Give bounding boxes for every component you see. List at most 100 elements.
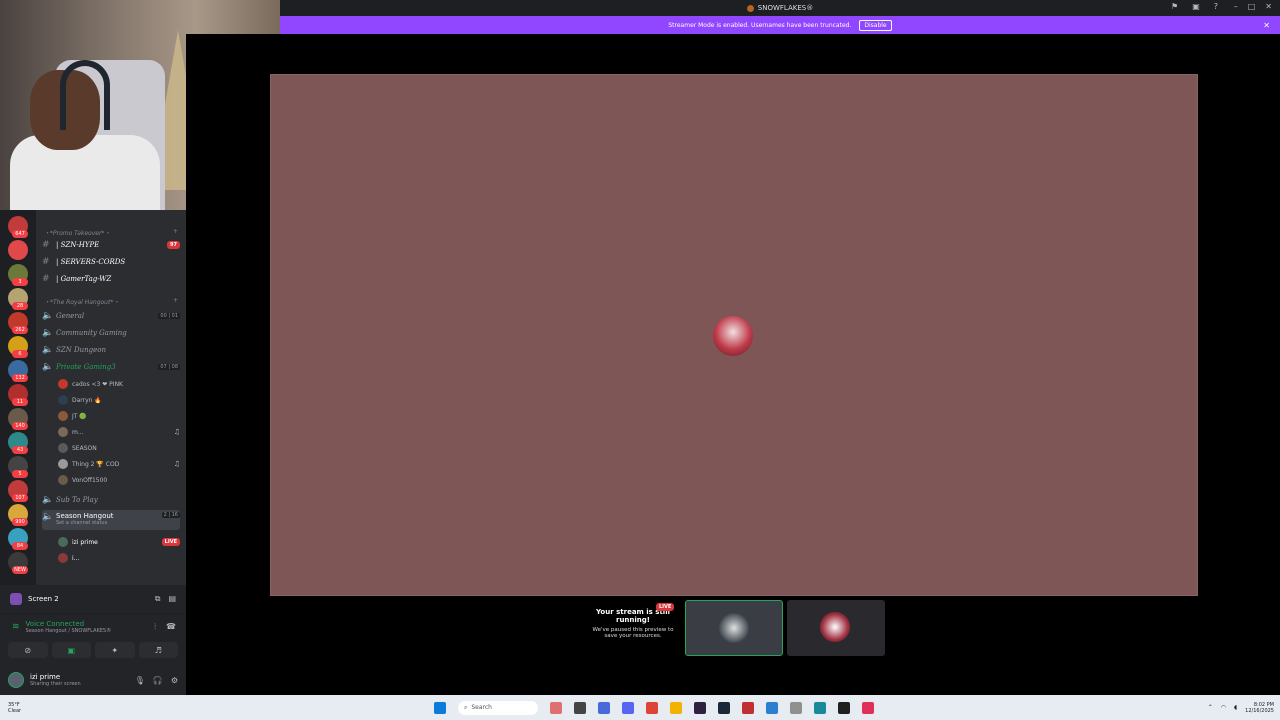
soundboard-button[interactable]: ♬: [138, 642, 178, 658]
voice-subtitle[interactable]: Season Hangout / SNOWFLAKES®: [26, 628, 112, 634]
screen-share-icon: ▣: [67, 645, 76, 655]
discord-icon[interactable]: [622, 701, 634, 714]
voice-user[interactable]: m... ♫: [58, 425, 180, 439]
voice-channel-sub-to-play[interactable]: 🔈 Sub To Play: [42, 493, 180, 507]
voice-user[interactable]: JT 🟢: [58, 409, 180, 423]
help-icon[interactable]: ?: [1214, 2, 1218, 11]
voice-channel-season-hangout[interactable]: 🔈 Season Hangout Set a channel status 2 …: [42, 510, 180, 530]
category-promo-takeover[interactable]: ・*Promo Takeover*・ +: [44, 228, 178, 238]
channel-szn-hype[interactable]: # | SZN-HYPE 97: [42, 238, 180, 252]
add-channel-icon[interactable]: +: [173, 297, 178, 307]
screen-icon: [10, 593, 22, 605]
voice-user[interactable]: SEASON: [58, 441, 180, 455]
voice-user[interactable]: Thing 2 🏆 COD ♫: [58, 457, 180, 471]
user-info[interactable]: izi prime Sharing their screen: [30, 673, 81, 687]
pin-icon[interactable]: ⚑: [1171, 2, 1178, 11]
voice-user[interactable]: cados <3 ❤ PINK: [58, 377, 180, 391]
user-avatar: [58, 411, 68, 421]
server-badge: 43: [12, 446, 28, 454]
window-controls: – □ ✕: [1234, 2, 1272, 11]
obs-icon[interactable]: [694, 701, 706, 714]
voice-connected-panel: ≋ Voice Connected Season Hangout / SNOWF…: [0, 613, 186, 665]
category-royal-hangout[interactable]: ・*The Royal Hangout*・ +: [44, 297, 178, 307]
hangout-user[interactable]: izi prime LIVE: [58, 535, 180, 549]
voice-channel-community[interactable]: 🔈 Community Gaming: [42, 326, 180, 340]
signal-icon[interactable]: ≋: [12, 622, 20, 632]
noise-suppression-icon[interactable]: ⦙: [154, 622, 156, 632]
tiktok-icon[interactable]: [862, 701, 874, 714]
participant-tile-1[interactable]: [685, 600, 783, 656]
app-icon-blue[interactable]: [598, 701, 610, 714]
clock[interactable]: 8:02 PM 12/16/2025: [1245, 702, 1274, 714]
channel-name: Season Hangout: [56, 512, 114, 520]
task-view-icon[interactable]: [574, 701, 586, 714]
participant-tile-2[interactable]: [787, 600, 885, 656]
vscode-icon[interactable]: [766, 701, 778, 714]
app-title: SNOWFLAKES®: [746, 4, 814, 12]
wifi-icon[interactable]: ◠: [1221, 704, 1226, 711]
file-explorer-icon[interactable]: [670, 701, 682, 714]
close-button[interactable]: ✕: [1265, 2, 1272, 11]
user-avatar: [58, 379, 68, 389]
server-badge: 140: [12, 422, 28, 430]
disconnect-icon[interactable]: ☎: [166, 622, 176, 632]
settings-icon[interactable]: ▤: [168, 594, 176, 604]
app-title-text: SNOWFLAKES®: [757, 4, 814, 12]
activities-button[interactable]: ✦: [95, 642, 135, 658]
headphones-icon[interactable]: 🎧: [153, 676, 163, 685]
category-label: ・*Promo Takeover*・: [44, 230, 111, 237]
add-channel-icon[interactable]: +: [173, 228, 178, 238]
volume-icon[interactable]: ◖: [1234, 704, 1237, 711]
voice-channel-general[interactable]: 🔈 General 00 | 01: [42, 309, 180, 323]
server-badge: 262: [12, 326, 28, 334]
app-icon-gray[interactable]: [790, 701, 802, 714]
server-icon[interactable]: [8, 240, 28, 260]
inbox-icon[interactable]: ▣: [1192, 2, 1200, 11]
screen-share-button[interactable]: ▣: [51, 642, 91, 658]
voice-user[interactable]: Darryn 🔥: [58, 393, 180, 407]
search-box[interactable]: ⌕ Search: [458, 700, 538, 715]
terminal-icon[interactable]: [838, 701, 850, 714]
hangout-user-name: izi prime: [72, 538, 98, 546]
speaker-icon: 🔈: [42, 311, 54, 321]
microphone-icon[interactable]: 🎙: [135, 676, 145, 685]
maximize-button[interactable]: □: [1248, 2, 1256, 11]
streamer-mode-banner: Streamer Mode is enabled. Usernames have…: [280, 16, 1280, 34]
voice-user-name: SEASON: [72, 444, 97, 452]
user-avatar: [58, 475, 68, 485]
user-controls: 🎙 🎧 ⚙: [135, 676, 178, 685]
voice-user-name: JT 🟢: [72, 412, 87, 420]
windows-start-icon[interactable]: [434, 701, 446, 714]
user-avatar: [58, 395, 68, 405]
channel-servers-cords[interactable]: # | SERVERS-CORDS: [42, 255, 180, 269]
live-badge: LIVE: [161, 538, 180, 546]
user-avatar[interactable]: [8, 672, 24, 688]
channel-name: Community Gaming: [56, 329, 127, 337]
hash-icon: #: [42, 240, 50, 250]
voice-channel-szn-dungeon[interactable]: 🔈 SZN Dungeon: [42, 343, 180, 357]
steam-icon[interactable]: [718, 701, 730, 714]
weather-widget[interactable]: 35°F Clear: [8, 702, 21, 714]
search-icon: ⌕: [464, 703, 468, 711]
minimize-button[interactable]: –: [1234, 2, 1238, 11]
server-badge: 107: [12, 494, 28, 502]
close-banner-icon[interactable]: ✕: [1263, 21, 1270, 30]
chrome-icon[interactable]: [646, 701, 658, 714]
edge-icon[interactable]: [814, 701, 826, 714]
disable-streamer-mode-button[interactable]: Disable: [859, 19, 892, 31]
server-badge: 990: [12, 518, 28, 526]
camera-button[interactable]: ⊘: [8, 642, 48, 658]
chevron-up-icon[interactable]: ⌃: [1208, 704, 1213, 711]
voice-actions: ⦙ ☎: [154, 622, 176, 632]
game-app-icon[interactable]: [550, 701, 562, 714]
voice-user-name: Darryn 🔥: [72, 396, 102, 404]
voice-user[interactable]: VonOff1500: [58, 473, 180, 487]
voice-channel-private-gaming[interactable]: 🔈 Private Gaming3 07 | 08: [42, 360, 180, 374]
popout-icon[interactable]: ⧉: [155, 594, 161, 604]
app-icon-red[interactable]: [742, 701, 754, 714]
voice-user-name: VonOff1500: [72, 476, 108, 484]
channel-gamertag-wz[interactable]: # | GamerTag-WZ: [42, 272, 180, 286]
user-avatar: [58, 427, 68, 437]
hangout-user[interactable]: i...: [58, 551, 180, 565]
gear-icon[interactable]: ⚙: [171, 676, 178, 685]
